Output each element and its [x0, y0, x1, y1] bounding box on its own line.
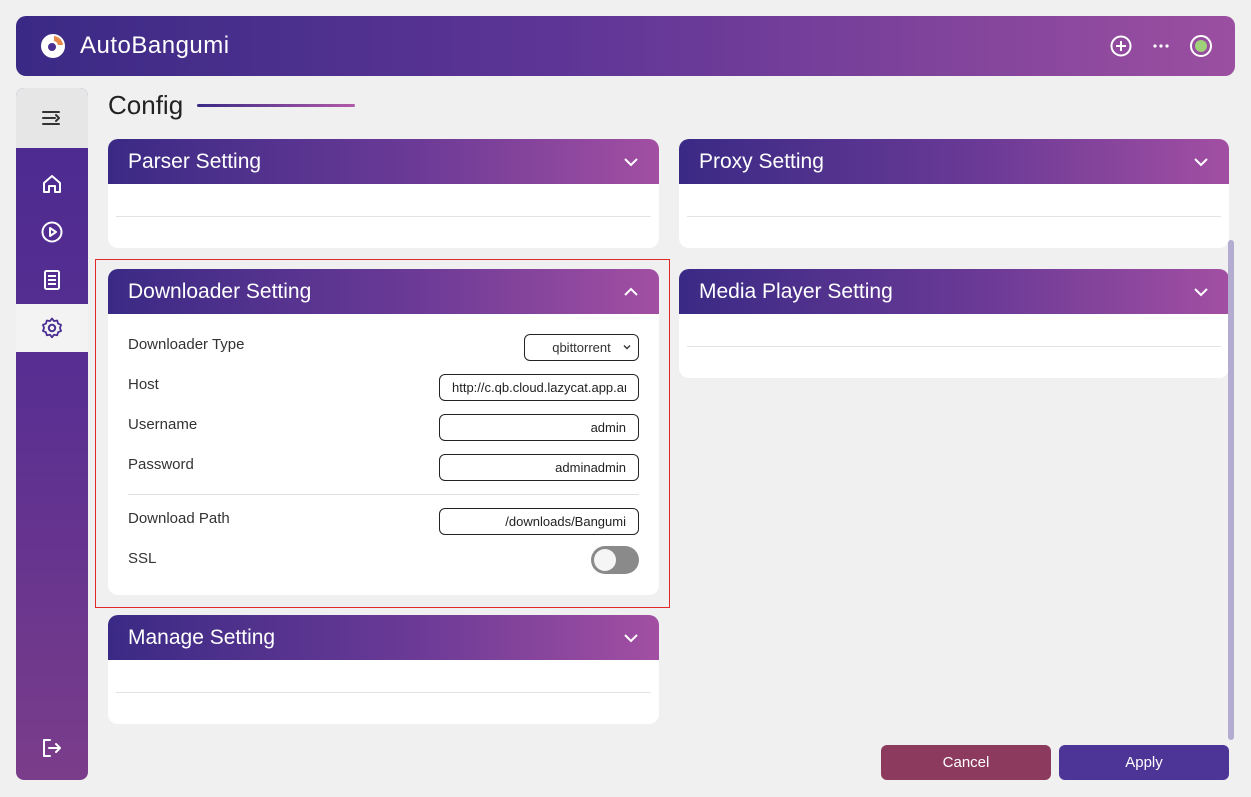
username-input[interactable]: [439, 414, 639, 441]
manage-setting-header[interactable]: Manage Setting: [108, 615, 659, 660]
parser-setting-header[interactable]: Parser Setting: [108, 139, 659, 184]
card-title: Proxy Setting: [699, 149, 824, 173]
logout-button[interactable]: [16, 736, 88, 760]
card-title: Media Player Setting: [699, 279, 893, 303]
ssl-toggle[interactable]: [591, 546, 639, 574]
chevron-down-icon: [1194, 287, 1208, 296]
form-divider: [128, 494, 639, 495]
card-title: Downloader Setting: [128, 279, 312, 303]
cancel-button[interactable]: Cancel: [881, 745, 1051, 780]
download-path-input[interactable]: [439, 508, 639, 535]
host-label: Host: [128, 376, 159, 393]
downloader-type-select[interactable]: qbittorrent: [524, 334, 639, 361]
chevron-down-icon: [624, 157, 638, 166]
log-icon: [44, 270, 60, 290]
sidebar-item-home[interactable]: [16, 160, 88, 208]
app-title: AutoBangumi: [80, 32, 230, 59]
manage-setting-card: Manage Setting: [108, 615, 659, 724]
sidebar-item-player[interactable]: [16, 208, 88, 256]
media-player-setting-header[interactable]: Media Player Setting: [679, 269, 1229, 314]
menu-fold-icon: [42, 111, 60, 125]
sidebar: [16, 88, 88, 780]
page-title: Config: [108, 90, 184, 120]
more-icon[interactable]: [1149, 34, 1173, 58]
gear-icon: [42, 317, 62, 339]
apply-button[interactable]: Apply: [1059, 745, 1229, 780]
media-player-setting-card: Media Player Setting: [679, 269, 1229, 378]
sidebar-item-config[interactable]: [16, 304, 88, 352]
proxy-setting-header[interactable]: Proxy Setting: [679, 139, 1229, 184]
password-label: Password: [128, 456, 194, 473]
host-input[interactable]: [439, 374, 639, 401]
card-title: Parser Setting: [128, 149, 262, 173]
downloader-setting-card: Downloader Setting Downloader Type qbitt…: [108, 269, 659, 595]
card-title: Manage Setting: [128, 625, 276, 649]
status-icon[interactable]: [1189, 34, 1213, 58]
add-icon[interactable]: [1109, 34, 1133, 58]
proxy-setting-card: Proxy Setting: [679, 139, 1229, 248]
chevron-down-icon: [623, 345, 631, 350]
password-input[interactable]: [439, 454, 639, 481]
downloader-type-label: Downloader Type: [128, 336, 245, 353]
logout-icon: [43, 739, 61, 757]
downloader-setting-header[interactable]: Downloader Setting: [108, 269, 659, 314]
chevron-down-icon: [624, 633, 638, 642]
scrollbar[interactable]: [1228, 240, 1234, 740]
chevron-down-icon: [1194, 157, 1208, 166]
top-bar: AutoBangumi: [16, 16, 1235, 76]
downloader-type-value: qbittorrent: [552, 340, 611, 355]
toggle-knob: [594, 549, 616, 571]
sidebar-toggle-button[interactable]: [16, 88, 88, 148]
title-underline: [197, 104, 355, 107]
play-icon: [41, 221, 63, 243]
download-path-label: Download Path: [128, 510, 230, 527]
home-icon: [43, 175, 61, 193]
app-logo-icon: [41, 34, 65, 58]
sidebar-item-log[interactable]: [16, 256, 88, 304]
parser-setting-card: Parser Setting: [108, 139, 659, 248]
username-label: Username: [128, 416, 198, 433]
chevron-up-icon: [624, 287, 638, 296]
ssl-label: SSL: [128, 550, 157, 567]
